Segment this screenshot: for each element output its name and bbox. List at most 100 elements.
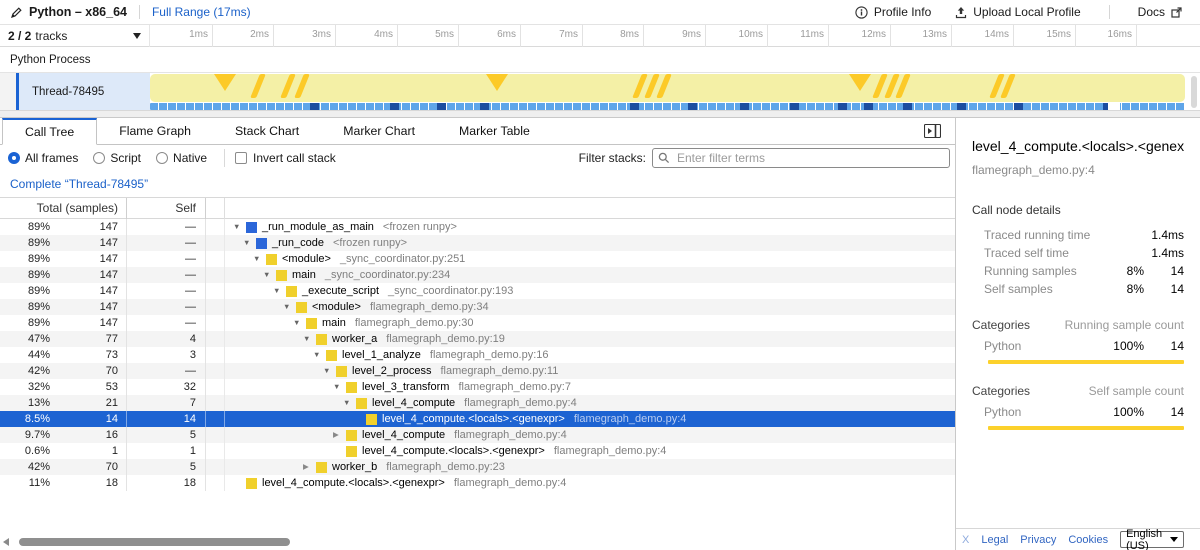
tab-marker-table[interactable]: Marker Table: [437, 118, 552, 144]
radio-icon[interactable]: [8, 152, 20, 164]
twisty-expanded-icon[interactable]: ▼: [333, 379, 346, 395]
call-tree-row[interactable]: 89%147—▼<module>flamegraph_demo.py:34: [0, 299, 955, 315]
total-percent-cell: 89%: [0, 251, 50, 267]
profile-title[interactable]: Python – x86_64: [29, 5, 127, 19]
twisty-collapsed-icon[interactable]: ▶: [333, 427, 346, 443]
full-range-link[interactable]: Full Range (17ms): [152, 5, 251, 19]
call-tree-row[interactable]: 42%705▶worker_bflamegraph_demo.py:23: [0, 459, 955, 475]
twisty-expanded-icon[interactable]: ▼: [263, 267, 276, 283]
radio-native[interactable]: Native: [156, 151, 207, 165]
twisty-expanded-icon[interactable]: ▼: [243, 235, 256, 251]
call-tree-row[interactable]: 8.5%1414level_4_compute.<locals>.<genexp…: [0, 411, 955, 427]
invert-checkbox[interactable]: [235, 152, 247, 164]
divider: [224, 149, 225, 167]
track-thread-label[interactable]: Thread-78495: [19, 73, 150, 110]
tab-marker-chart[interactable]: Marker Chart: [321, 118, 437, 144]
self-cell: —: [127, 283, 206, 299]
twisty-expanded-icon[interactable]: ▼: [273, 283, 286, 299]
filter-stacks-input[interactable]: [652, 148, 950, 168]
footer-close-link[interactable]: X: [962, 534, 969, 546]
invert-call-stack-toggle[interactable]: Invert call stack: [235, 151, 336, 165]
splitter-band[interactable]: [0, 110, 1200, 118]
tree-cell: ▼<module>_sync_coordinator.py:251: [225, 251, 955, 267]
call-tree-row[interactable]: 32%5332▼level_3_transformflamegraph_demo…: [0, 379, 955, 395]
tracks-vertical-scrollbar[interactable]: [1191, 76, 1197, 108]
total-samples-cell: 147: [50, 235, 127, 251]
radio-script[interactable]: Script: [93, 151, 141, 165]
category-color-square: [316, 334, 327, 345]
radio-icon[interactable]: [93, 152, 105, 164]
call-tree-row[interactable]: 44%733▼level_1_analyzeflamegraph_demo.py…: [0, 347, 955, 363]
self-cell: —: [127, 219, 206, 235]
footer-link-privacy[interactable]: Privacy: [1020, 534, 1056, 546]
toggle-sidebar-button[interactable]: [923, 123, 941, 138]
total-samples-cell: 147: [50, 219, 127, 235]
upload-local-profile-button[interactable]: Upload Local Profile: [947, 3, 1088, 21]
sample-gap: [1108, 103, 1120, 110]
info-icon: [855, 6, 868, 19]
category-color-square: [346, 446, 357, 457]
file-location: flamegraph_demo.py:30: [355, 315, 474, 331]
detail-row: Running samples8%14: [972, 262, 1184, 280]
edit-pencil-icon[interactable]: [10, 6, 23, 19]
total-percent-cell: 13%: [0, 395, 50, 411]
tree-cell: level_4_compute.<locals>.<genexpr>flameg…: [225, 411, 955, 427]
call-tree-row[interactable]: 47%774▼worker_aflamegraph_demo.py:19: [0, 331, 955, 347]
twisty-expanded-icon[interactable]: ▼: [253, 251, 266, 267]
complete-thread-link[interactable]: Complete “Thread-78495”: [10, 177, 148, 191]
radio-all-frames[interactable]: All frames: [8, 151, 78, 165]
timeline-ruler[interactable]: 2 / 2 tracks 1ms2ms3ms4ms5ms6ms7ms8ms9ms…: [0, 25, 1200, 47]
twisty-expanded-icon[interactable]: ▼: [313, 347, 326, 363]
call-tree-row[interactable]: 9.7%165▶level_4_computeflamegraph_demo.p…: [0, 427, 955, 443]
twisty-expanded-icon[interactable]: ▼: [233, 219, 246, 235]
language-select[interactable]: English (US): [1120, 531, 1184, 548]
footer-link-legal[interactable]: Legal: [981, 534, 1008, 546]
detail-label: Traced self time: [972, 246, 1100, 260]
tab-call-tree[interactable]: Call Tree: [2, 118, 97, 145]
twisty-expanded-icon[interactable]: ▼: [323, 363, 336, 379]
sample-cluster-dark: [903, 103, 912, 110]
top-bar: Python – x86_64 Full Range (17ms) Profil…: [0, 0, 1200, 25]
scrollbar-thumb[interactable]: [19, 538, 290, 546]
spacer-cell: [206, 459, 225, 475]
twisty-expanded-icon[interactable]: ▼: [343, 395, 356, 411]
call-tree-row[interactable]: 11%1818level_4_compute.<locals>.<genexpr…: [0, 475, 955, 491]
tick-line: [582, 25, 583, 47]
thread-activity-graph[interactable]: [150, 73, 1185, 110]
tab-flame-graph[interactable]: Flame Graph: [97, 118, 213, 144]
call-tree-row[interactable]: 89%147—▼<module>_sync_coordinator.py:251: [0, 251, 955, 267]
detail-value: 14: [1144, 264, 1184, 278]
tracks-word: tracks: [35, 29, 67, 43]
horizontal-scrollbar[interactable]: [0, 536, 955, 548]
call-tree-row[interactable]: 0.6%11level_4_compute.<locals>.<genexpr>…: [0, 443, 955, 459]
tick-label: 3ms: [279, 29, 331, 40]
tracks-dropdown[interactable]: 2 / 2 tracks: [0, 25, 150, 47]
total-percent-cell: 89%: [0, 299, 50, 315]
footer-link-cookies[interactable]: Cookies: [1068, 534, 1108, 546]
call-tree-row[interactable]: 89%147—▼_run_module_as_main<frozen runpy…: [0, 219, 955, 235]
call-tree-row[interactable]: 89%147—▼main_sync_coordinator.py:234: [0, 267, 955, 283]
track-python-process[interactable]: Python Process: [0, 47, 1200, 73]
call-tree-row[interactable]: 42%70—▼level_2_processflamegraph_demo.py…: [0, 363, 955, 379]
tick-label: 9ms: [649, 29, 701, 40]
tick-line: [705, 25, 706, 47]
docs-link[interactable]: Docs: [1130, 3, 1190, 21]
scroll-left-arrow-icon[interactable]: [3, 538, 9, 546]
call-tree-row[interactable]: 89%147—▼_execute_script_sync_coordinator…: [0, 283, 955, 299]
call-tree-row[interactable]: 89%147—▼_run_code<frozen runpy>: [0, 235, 955, 251]
profile-info-button[interactable]: Profile Info: [847, 3, 939, 21]
call-tree-row[interactable]: 13%217▼level_4_computeflamegraph_demo.py…: [0, 395, 955, 411]
panel-tabs: Call TreeFlame GraphStack ChartMarker Ch…: [0, 118, 955, 145]
tick-label: 11ms: [772, 29, 824, 40]
tab-stack-chart[interactable]: Stack Chart: [213, 118, 321, 144]
call-tree-row[interactable]: 89%147—▼mainflamegraph_demo.py:30: [0, 315, 955, 331]
twisty-collapsed-icon[interactable]: ▶: [303, 459, 316, 475]
category-bar: [988, 426, 1184, 430]
spacer-cell: [206, 411, 225, 427]
cpu-activity-mark: [656, 74, 672, 98]
tree-cell: ▼_run_code<frozen runpy>: [225, 235, 955, 251]
twisty-expanded-icon[interactable]: ▼: [303, 331, 316, 347]
twisty-expanded-icon[interactable]: ▼: [283, 299, 296, 315]
radio-icon[interactable]: [156, 152, 168, 164]
twisty-expanded-icon[interactable]: ▼: [293, 315, 306, 331]
